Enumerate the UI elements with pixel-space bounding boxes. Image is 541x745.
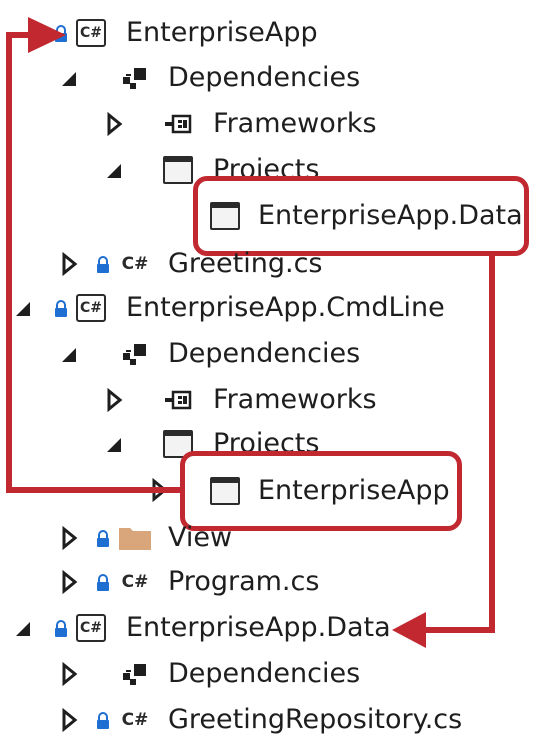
- arrow-line-right: [420, 256, 495, 633]
- arrowhead-right: [392, 612, 426, 648]
- annotation-arrows: [6, 17, 495, 648]
- arrowhead-left: [28, 17, 66, 53]
- solution-explorer-tree: EnterpriseApp Dependencies Frameworks Pr…: [0, 0, 541, 745]
- arrow-line-left: [6, 32, 180, 493]
